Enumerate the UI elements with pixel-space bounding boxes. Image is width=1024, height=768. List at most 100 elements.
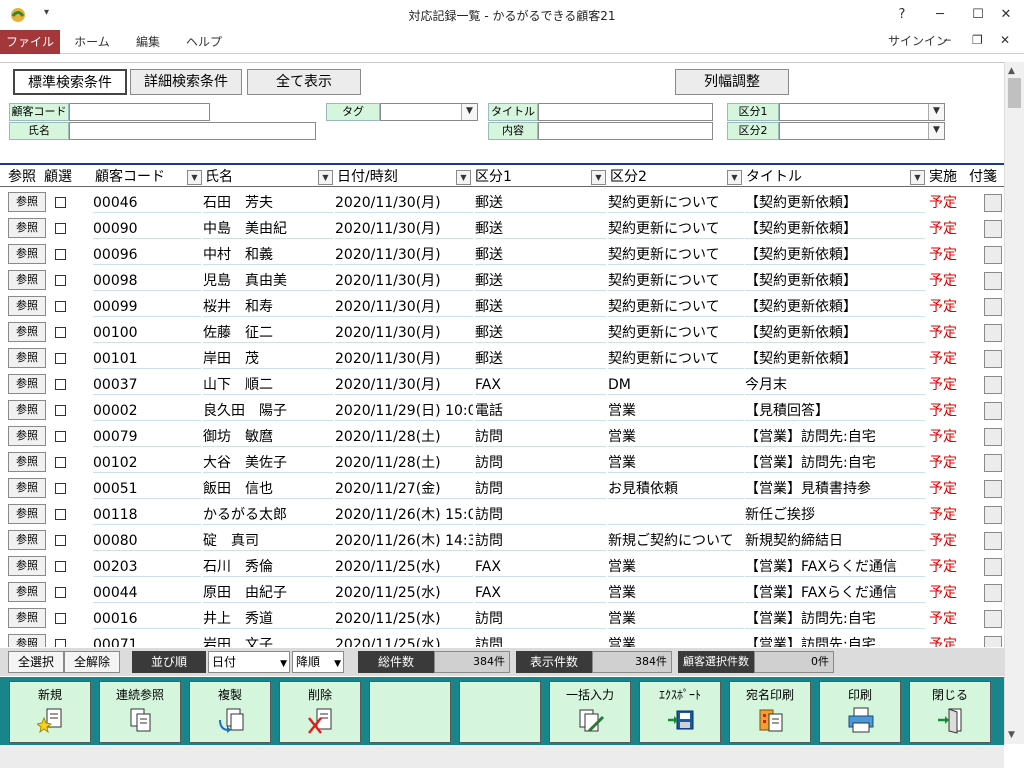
row-select-checkbox[interactable] [55,587,66,598]
col-datetime[interactable]: 日付/時刻 [337,168,398,186]
row-ref-button[interactable]: 参照 [8,218,46,238]
title-sort-chevron-icon[interactable]: ▼ [910,170,925,185]
sort-order-select[interactable]: 降順 ▼ [292,651,344,673]
row-sticky-button[interactable] [984,298,1002,316]
row-select-checkbox[interactable] [55,327,66,338]
signin-link[interactable]: サインイン [888,32,948,49]
row-select-checkbox[interactable] [55,405,66,416]
empty-button-2[interactable] [459,681,541,743]
content-input[interactable] [538,122,713,140]
row-sticky-button[interactable] [984,402,1002,420]
show-all-button[interactable]: 全て表示 [247,69,361,95]
row-ref-button[interactable]: 参照 [8,374,46,394]
minimize-button[interactable]: ─ [930,5,950,25]
doc-restore-button[interactable]: ❐ [972,33,983,47]
row-sticky-button[interactable] [984,246,1002,264]
doc-close-button[interactable]: ✕ [1000,33,1010,47]
row-sticky-button[interactable] [984,636,1002,647]
row-ref-button[interactable]: 参照 [8,426,46,446]
row-select-checkbox[interactable] [55,535,66,546]
category1-chevron-down-icon[interactable]: ▼ [928,104,944,120]
continuous-ref-button[interactable]: 連続参照 [99,681,181,743]
row-ref-button[interactable]: 参照 [8,504,46,524]
col-name[interactable]: 氏名 [205,168,233,186]
bulk-input-button[interactable]: 一括入力 [549,681,631,743]
row-select-checkbox[interactable] [55,275,66,286]
customer-code-input[interactable] [69,103,210,121]
export-button[interactable]: ｴｸｽﾎﾟｰﾄ [639,681,721,743]
category2-select[interactable]: ▼ [779,122,945,140]
row-ref-button[interactable]: 参照 [8,556,46,576]
row-ref-button[interactable]: 参照 [8,608,46,628]
maximize-button[interactable]: ☐ [968,5,988,25]
title-input[interactable] [538,103,713,121]
tab-file[interactable]: ファイル [0,30,60,54]
row-ref-button[interactable]: 参照 [8,322,46,342]
row-ref-button[interactable]: 参照 [8,270,46,290]
row-ref-button[interactable]: 参照 [8,634,46,647]
close-button[interactable]: ✕ [996,5,1016,25]
name-sort-chevron-icon[interactable]: ▼ [318,170,333,185]
row-ref-button[interactable]: 参照 [8,478,46,498]
row-select-checkbox[interactable] [55,483,66,494]
tag-select[interactable]: ▼ [380,103,478,121]
tab-help[interactable]: ヘルプ [180,30,228,54]
row-sticky-button[interactable] [984,506,1002,524]
row-sticky-button[interactable] [984,220,1002,238]
row-select-checkbox[interactable] [55,249,66,260]
row-select-checkbox[interactable] [55,431,66,442]
empty-button-1[interactable] [369,681,451,743]
row-sticky-button[interactable] [984,428,1002,446]
row-ref-button[interactable]: 参照 [8,244,46,264]
category1-select[interactable]: ▼ [779,103,945,121]
row-select-checkbox[interactable] [55,509,66,520]
tag-chevron-down-icon[interactable]: ▼ [461,104,477,120]
column-width-button[interactable]: 列幅調整 [675,69,789,95]
sort-field-chevron-down-icon[interactable]: ▼ [280,654,287,674]
close-form-button[interactable]: 閉じる [909,681,991,743]
row-ref-button[interactable]: 参照 [8,192,46,212]
row-sticky-button[interactable] [984,350,1002,368]
datetime-sort-chevron-icon[interactable]: ▼ [456,170,471,185]
name-input[interactable] [69,122,316,140]
row-select-checkbox[interactable] [55,353,66,364]
vertical-scrollbar[interactable]: ▲ ▼ [1004,62,1024,744]
cat1-sort-chevron-icon[interactable]: ▼ [591,170,606,185]
scroll-down-icon[interactable]: ▼ [1008,730,1015,740]
col-title[interactable]: タイトル [746,168,802,186]
row-select-checkbox[interactable] [55,457,66,468]
row-select-checkbox[interactable] [55,613,66,624]
row-sticky-button[interactable] [984,376,1002,394]
row-sticky-button[interactable] [984,272,1002,290]
select-all-button[interactable]: 全選択 [8,651,64,673]
row-select-checkbox[interactable] [55,379,66,390]
row-ref-button[interactable]: 参照 [8,452,46,472]
standard-search-tab[interactable]: 標準検索条件 [13,69,127,95]
col-cat2[interactable]: 区分2 [610,168,647,186]
row-select-checkbox[interactable] [55,561,66,572]
scroll-up-icon[interactable]: ▲ [1008,66,1015,76]
sort-order-chevron-down-icon[interactable]: ▼ [334,654,341,674]
help-button[interactable]: ? [892,5,912,25]
row-sticky-button[interactable] [984,454,1002,472]
row-sticky-button[interactable] [984,532,1002,550]
row-ref-button[interactable]: 参照 [8,582,46,602]
row-sticky-button[interactable] [984,584,1002,602]
doc-minimize-button[interactable]: ─ [944,34,951,47]
row-select-checkbox[interactable] [55,301,66,312]
cat2-sort-chevron-icon[interactable]: ▼ [727,170,742,185]
col-code[interactable]: 顧客コード [95,168,165,186]
detail-search-tab[interactable]: 詳細検索条件 [130,69,242,95]
row-sticky-button[interactable] [984,194,1002,212]
tab-edit[interactable]: 編集 [126,30,170,54]
tab-home[interactable]: ホーム [68,30,116,54]
duplicate-button[interactable]: 複製 [189,681,271,743]
row-ref-button[interactable]: 参照 [8,400,46,420]
print-button[interactable]: 印刷 [819,681,901,743]
row-sticky-button[interactable] [984,324,1002,342]
row-sticky-button[interactable] [984,480,1002,498]
scroll-thumb[interactable] [1008,78,1021,108]
row-ref-button[interactable]: 参照 [8,530,46,550]
row-ref-button[interactable]: 参照 [8,348,46,368]
col-cat1[interactable]: 区分1 [475,168,512,186]
